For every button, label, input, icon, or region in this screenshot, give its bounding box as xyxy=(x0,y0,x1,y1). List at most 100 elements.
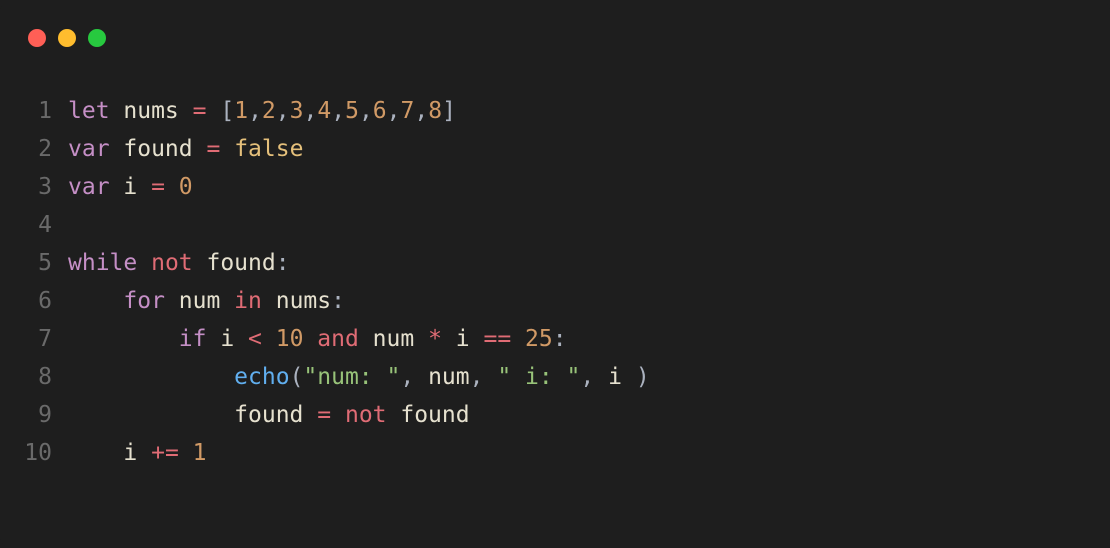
token: = xyxy=(151,174,179,200)
token: let xyxy=(68,98,123,124)
token: 2 xyxy=(262,98,276,124)
token: : xyxy=(276,250,290,276)
token: ] xyxy=(442,98,456,124)
token: : xyxy=(553,326,567,352)
code-line[interactable]: 8 echo("num: ", num, " i: ", i ) xyxy=(20,358,1090,396)
token: "num: " xyxy=(303,364,400,390)
token: i xyxy=(456,326,484,352)
token: 25 xyxy=(525,326,553,352)
token: 1 xyxy=(234,98,248,124)
token: found xyxy=(234,402,317,428)
token: 8 xyxy=(428,98,442,124)
code-line[interactable]: 9 found = not found xyxy=(20,396,1090,434)
token: , xyxy=(414,98,428,124)
token: found xyxy=(123,136,206,162)
token: in xyxy=(234,288,276,314)
line-number: 2 xyxy=(20,130,68,168)
token: 7 xyxy=(401,98,415,124)
token: 6 xyxy=(373,98,387,124)
token: i xyxy=(608,364,636,390)
token: false xyxy=(234,136,303,162)
token: , xyxy=(387,98,401,124)
token: 0 xyxy=(179,174,193,200)
token: found xyxy=(400,402,469,428)
token: , xyxy=(331,98,345,124)
token: for xyxy=(123,288,178,314)
token: : xyxy=(331,288,345,314)
code-content[interactable]: let nums = [1,2,3,4,5,6,7,8] xyxy=(68,92,1090,130)
close-window-icon[interactable] xyxy=(28,29,46,47)
maximize-window-icon[interactable] xyxy=(88,29,106,47)
code-line[interactable]: 6 for num in nums: xyxy=(20,282,1090,320)
code-content[interactable]: echo("num: ", num, " i: ", i ) xyxy=(68,358,1090,396)
token: and xyxy=(317,326,372,352)
token: 1 xyxy=(193,440,207,466)
token: num xyxy=(428,364,470,390)
code-content[interactable]: var found = false xyxy=(68,130,1090,168)
token: " i: " xyxy=(497,364,580,390)
token: , xyxy=(359,98,373,124)
token: , xyxy=(580,364,608,390)
token: num xyxy=(179,288,234,314)
token: = xyxy=(206,136,234,162)
token: var xyxy=(68,136,123,162)
token: = xyxy=(317,402,345,428)
line-number: 7 xyxy=(20,320,68,358)
code-content[interactable]: i += 1 xyxy=(68,434,1090,472)
code-line[interactable]: 5while not found: xyxy=(20,244,1090,282)
token: nums xyxy=(276,288,331,314)
token: [ xyxy=(220,98,234,124)
token: 3 xyxy=(290,98,304,124)
token: var xyxy=(68,174,123,200)
line-number: 8 xyxy=(20,358,68,396)
token: not xyxy=(345,402,400,428)
token: * xyxy=(428,326,456,352)
token: if xyxy=(179,326,221,352)
token: ( xyxy=(290,364,304,390)
code-content[interactable]: var i = 0 xyxy=(68,168,1090,206)
code-content[interactable]: found = not found xyxy=(68,396,1090,434)
token: , xyxy=(400,364,428,390)
code-content[interactable]: for num in nums: xyxy=(68,282,1090,320)
token: , xyxy=(248,98,262,124)
token: 4 xyxy=(317,98,331,124)
token: , xyxy=(276,98,290,124)
token: , xyxy=(304,98,318,124)
token: == xyxy=(483,326,525,352)
line-number: 10 xyxy=(20,434,68,472)
line-number: 5 xyxy=(20,244,68,282)
token: 5 xyxy=(345,98,359,124)
token: nums xyxy=(123,98,192,124)
code-line[interactable]: 4 xyxy=(20,206,1090,244)
line-number: 3 xyxy=(20,168,68,206)
line-number: 9 xyxy=(20,396,68,434)
token: < xyxy=(248,326,276,352)
code-window: 1let nums = [1,2,3,4,5,6,7,8]2var found … xyxy=(0,0,1110,548)
code-line[interactable]: 1let nums = [1,2,3,4,5,6,7,8] xyxy=(20,92,1090,130)
code-line[interactable]: 10 i += 1 xyxy=(20,434,1090,472)
token: num xyxy=(373,326,428,352)
token: 10 xyxy=(276,326,318,352)
code-content[interactable] xyxy=(68,206,1090,244)
minimize-window-icon[interactable] xyxy=(58,29,76,47)
token: i xyxy=(220,326,248,352)
line-number: 6 xyxy=(20,282,68,320)
line-number: 4 xyxy=(20,206,68,244)
token: ) xyxy=(636,364,650,390)
token: echo xyxy=(234,364,289,390)
code-line[interactable]: 7 if i < 10 and num * i == 25: xyxy=(20,320,1090,358)
token: , xyxy=(470,364,498,390)
token: i xyxy=(123,440,151,466)
token: not xyxy=(151,250,206,276)
window-titlebar xyxy=(0,24,1110,52)
code-line[interactable]: 2var found = false xyxy=(20,130,1090,168)
token: found xyxy=(206,250,275,276)
line-number: 1 xyxy=(20,92,68,130)
code-content[interactable]: if i < 10 and num * i == 25: xyxy=(68,320,1090,358)
code-line[interactable]: 3var i = 0 xyxy=(20,168,1090,206)
code-editor[interactable]: 1let nums = [1,2,3,4,5,6,7,8]2var found … xyxy=(0,52,1110,492)
token: while xyxy=(68,250,151,276)
token: = xyxy=(193,98,221,124)
token: i xyxy=(123,174,151,200)
code-content[interactable]: while not found: xyxy=(68,244,1090,282)
